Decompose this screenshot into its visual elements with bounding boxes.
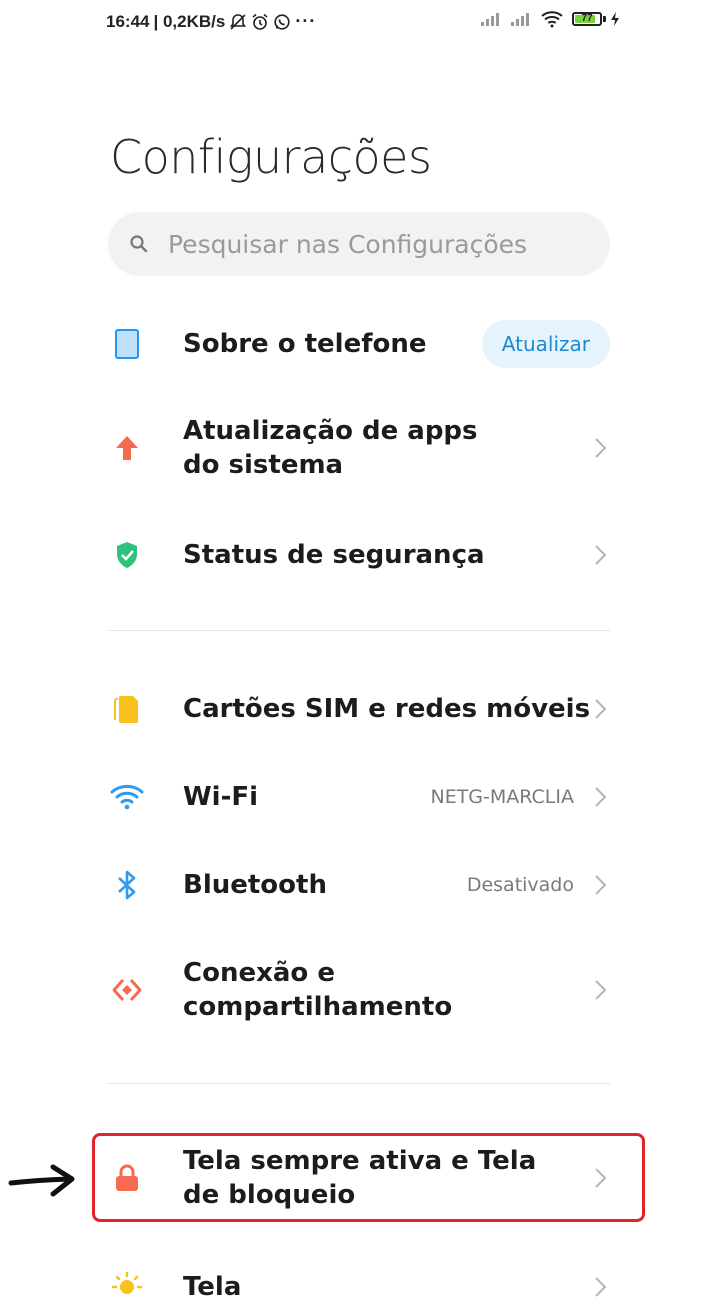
settings-item-label: Atualização de apps do sistema <box>183 416 478 480</box>
settings-item-connection-sharing[interactable]: Conexão e compartilhamento <box>108 952 610 1028</box>
phone-icon <box>108 325 146 363</box>
settings-item-display[interactable]: Tela <box>108 1258 610 1316</box>
status-bar: 16:44 | 0,2KB/s ··· 77 <box>0 0 720 44</box>
section-divider <box>108 1083 610 1084</box>
settings-item-label: Status de segurança <box>183 540 485 570</box>
settings-item-label: Tela <box>183 1272 242 1302</box>
signal-icon <box>511 13 529 26</box>
chevron-right-icon <box>595 545 607 565</box>
wifi-network-name: NETG-MARCLIA <box>430 786 574 808</box>
highlight-box <box>92 1133 645 1222</box>
settings-item-label: Conexão e compartilhamento <box>183 958 453 1022</box>
bell-off-icon <box>230 13 247 30</box>
wifi-status-icon <box>541 11 563 28</box>
sun-icon <box>108 1268 146 1306</box>
chevron-right-icon <box>595 980 607 1000</box>
battery-icon: 77 <box>572 12 602 26</box>
status-bar-right: 77 <box>480 10 620 28</box>
settings-item-label: Sobre o telefone <box>183 329 427 359</box>
whatsapp-icon <box>274 13 290 30</box>
update-button[interactable]: Atualizar <box>481 320 610 368</box>
settings-item-wifi[interactable]: Wi-Fi NETG-MARCLIA <box>108 768 610 826</box>
settings-item-label: Bluetooth <box>183 870 327 900</box>
chevron-right-icon <box>595 875 607 895</box>
search-bar[interactable]: Pesquisar nas Configurações <box>108 212 610 276</box>
settings-item-bluetooth[interactable]: Bluetooth Desativado <box>108 856 610 914</box>
chevron-right-icon <box>595 1277 607 1297</box>
settings-item-security-status[interactable]: Status de segurança <box>108 526 610 584</box>
settings-item-about-phone[interactable]: Sobre o telefone Atualizar <box>108 315 610 373</box>
upload-arrow-icon <box>108 429 146 467</box>
search-placeholder: Pesquisar nas Configurações <box>168 229 528 259</box>
bluetooth-status: Desativado <box>466 874 574 896</box>
status-bar-left: 16:44 | 0,2KB/s ··· <box>106 11 316 32</box>
settings-item-sim-cards[interactable]: Cartões SIM e redes móveis <box>108 680 610 738</box>
chevron-right-icon <box>595 699 607 719</box>
settings-item-label: Wi-Fi <box>183 782 259 812</box>
more-notifications-icon: ··· <box>295 11 317 31</box>
page-title: Configurações <box>110 130 432 184</box>
network-speed: | 0,2KB/s <box>153 11 226 31</box>
alarm-icon <box>252 13 268 30</box>
shield-check-icon <box>108 536 146 574</box>
settings-item-label: Cartões SIM e redes móveis <box>183 694 591 724</box>
search-icon <box>130 235 148 253</box>
charging-icon <box>611 12 619 26</box>
status-time: 16:44 <box>106 11 150 31</box>
chevron-right-icon <box>595 787 607 807</box>
share-connection-icon <box>108 971 146 1009</box>
settings-item-system-apps-update[interactable]: Atualização de apps do sistema <box>108 410 610 486</box>
sim-card-icon <box>108 690 146 728</box>
arrow-pointer-icon <box>8 1164 75 1197</box>
battery-level: 77 <box>581 13 593 24</box>
bluetooth-icon <box>108 866 146 904</box>
wifi-icon <box>108 778 146 816</box>
section-divider <box>108 630 610 631</box>
signal-icon <box>481 13 499 26</box>
chevron-right-icon <box>595 438 607 458</box>
